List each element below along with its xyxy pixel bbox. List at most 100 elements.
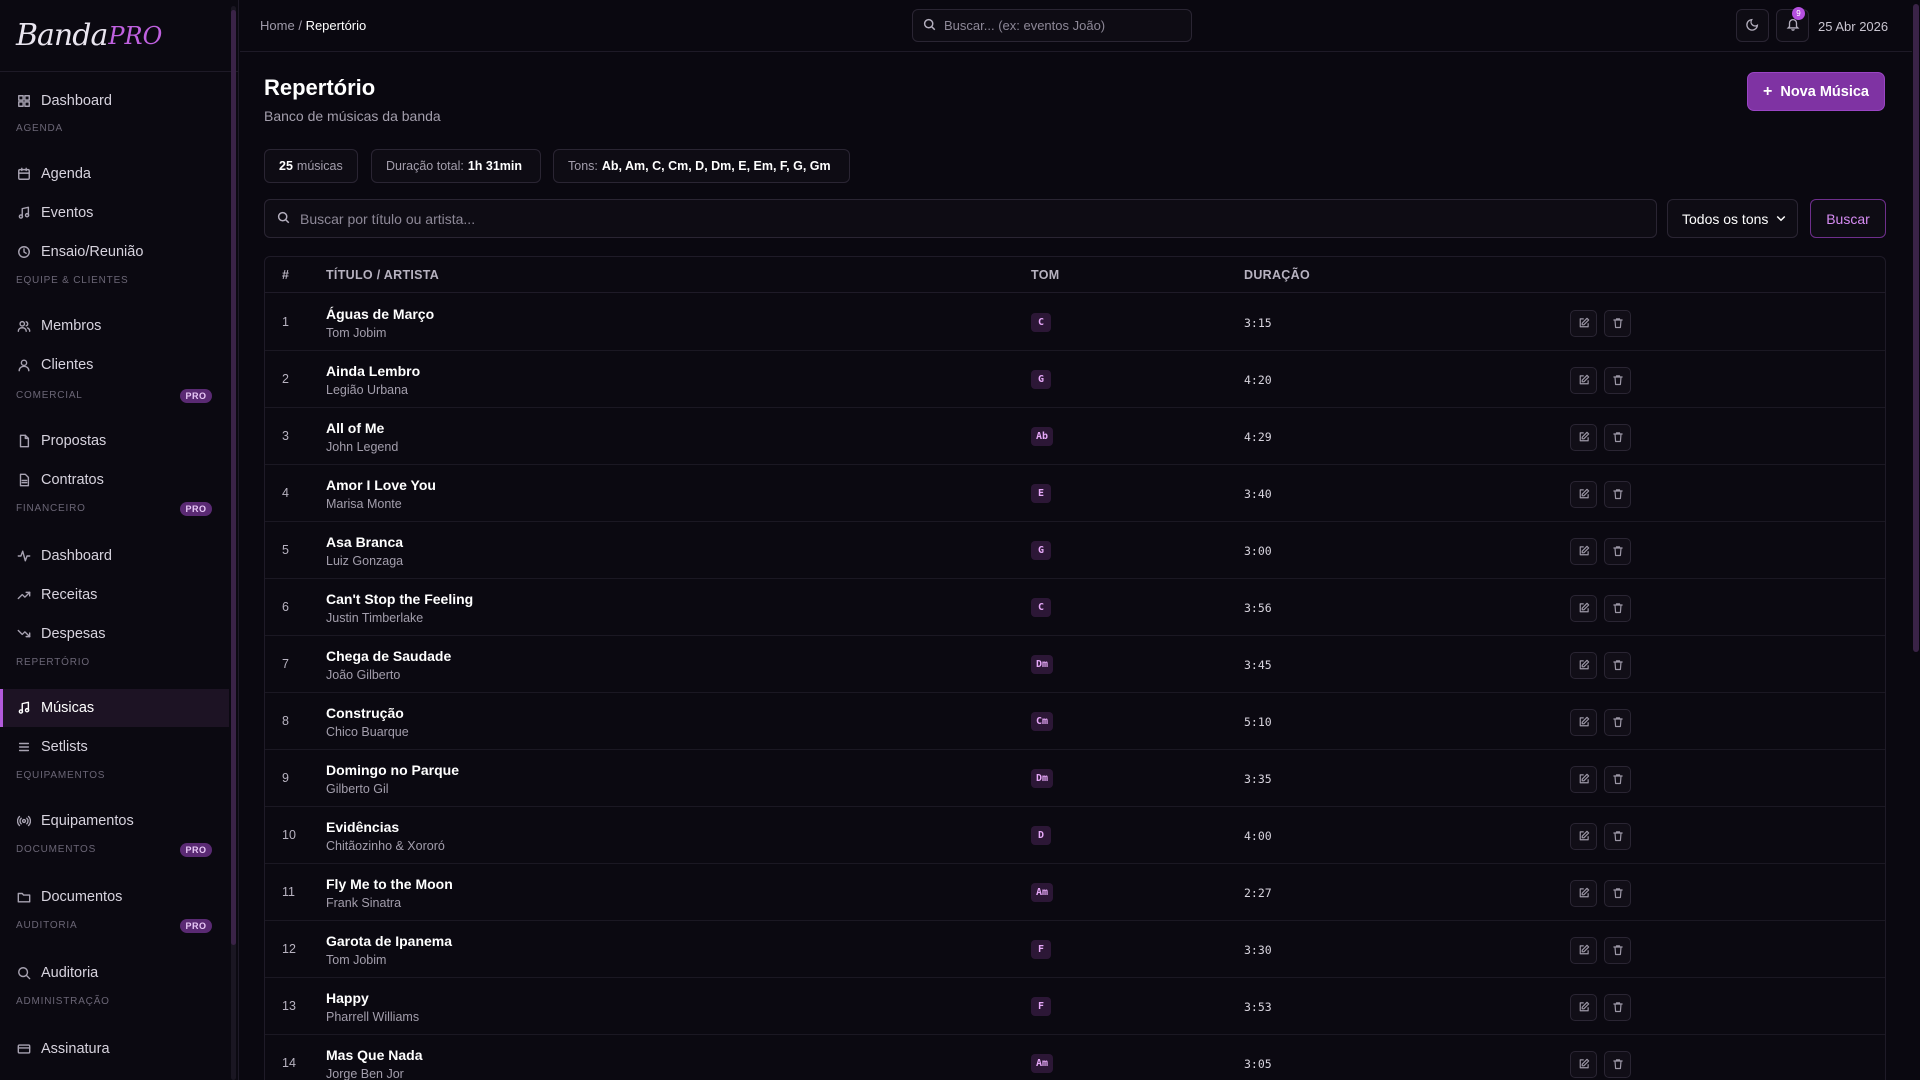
sidebar-item-assinatura[interactable]: Assinatura	[0, 1030, 229, 1068]
sidebar-item-ensaio-reuniao[interactable]: Ensaio/Reunião	[0, 233, 229, 271]
table-row[interactable]: 7 Chega de Saudade João Gilberto Dm 3:45	[265, 636, 1885, 693]
notifications-button[interactable]: 9	[1776, 7, 1809, 42]
table-row[interactable]: 3 All of Me John Legend Ab 4:29	[265, 408, 1885, 465]
sidebar-item-membros[interactable]: Membros	[0, 307, 229, 345]
column-header-key[interactable]: TOM	[1031, 268, 1059, 282]
sidebar-item-setlists[interactable]: Setlists	[0, 728, 229, 766]
stat-song-count: 25 músicas	[264, 149, 358, 183]
sidebar-item-configuracoes[interactable]: Configurações	[0, 1069, 229, 1080]
delete-button[interactable]	[1604, 937, 1631, 964]
edit-button[interactable]	[1570, 652, 1597, 679]
theme-toggle-button[interactable]	[1736, 9, 1769, 42]
sidebar-item-clientes[interactable]: Clientes	[0, 346, 229, 384]
edit-button[interactable]	[1570, 766, 1597, 793]
delete-button[interactable]	[1604, 310, 1631, 337]
delete-button[interactable]	[1604, 709, 1631, 736]
sidebar-scrollbar-thumb[interactable]	[231, 10, 236, 945]
sidebar-item-auditoria[interactable]: Auditoria	[0, 954, 229, 992]
sidebar-item-agenda[interactable]: Agenda	[0, 155, 229, 193]
trash-icon	[1612, 941, 1624, 960]
edit-button[interactable]	[1570, 538, 1597, 565]
edit-button[interactable]	[1570, 823, 1597, 850]
key-badge: Dm	[1031, 769, 1054, 788]
stat-total-duration: Duração total: 1h 31min	[371, 149, 542, 183]
song-artist: Gilberto Gil	[326, 782, 389, 796]
sidebar-item-contratos[interactable]: Contratos	[0, 461, 229, 499]
sidebar-scrollbar[interactable]	[231, 6, 236, 1080]
delete-button[interactable]	[1604, 766, 1631, 793]
sidebar-item-documentos[interactable]: Documentos	[0, 878, 229, 916]
key-badge: F	[1031, 997, 1051, 1016]
column-header-title[interactable]: TÍTULO / ARTISTA	[326, 268, 439, 282]
edit-button[interactable]	[1570, 367, 1597, 394]
breadcrumb-separator: /	[298, 18, 302, 33]
sidebar-item-label: Setlists	[41, 739, 88, 755]
sidebar-section-label: FINANCEIRO	[16, 503, 86, 514]
delete-button[interactable]	[1604, 367, 1631, 394]
edit-button[interactable]	[1570, 595, 1597, 622]
delete-button[interactable]	[1604, 823, 1631, 850]
song-search-input[interactable]	[300, 210, 1600, 227]
column-header-duration[interactable]: DURAÇÃO	[1244, 268, 1310, 282]
new-song-button[interactable]: + Nova Música	[1747, 72, 1885, 111]
table-row[interactable]: 4 Amor I Love You Marisa Monte E 3:40	[265, 465, 1885, 522]
key-badge: Dm	[1031, 655, 1054, 674]
delete-button[interactable]	[1604, 538, 1631, 565]
song-title: Evidências	[326, 819, 400, 835]
sidebar-item-propostas[interactable]: Propostas	[0, 422, 229, 460]
table-row[interactable]: 9 Domingo no Parque Gilberto Gil Dm 3:35	[265, 750, 1885, 807]
delete-button[interactable]	[1604, 481, 1631, 508]
table-row[interactable]: 8 Construção Chico Buarque Cm 5:10	[265, 693, 1885, 750]
table-row[interactable]: 5 Asa Branca Luiz Gonzaga G 3:00	[265, 522, 1885, 579]
table-row[interactable]: 10 Evidências Chitãozinho & Xororó D 4:0…	[265, 807, 1885, 864]
edit-button[interactable]	[1570, 709, 1597, 736]
table-row[interactable]: 1 Águas de Março Tom Jobim C 3:15	[265, 294, 1885, 351]
sidebar-item-despesas[interactable]: Despesas	[0, 615, 229, 653]
edit-button[interactable]	[1570, 424, 1597, 451]
edit-button[interactable]	[1570, 310, 1597, 337]
row-number: 10	[282, 828, 296, 842]
sidebar-item-label: Dashboard	[41, 93, 112, 109]
page-scrollbar[interactable]	[1912, 0, 1920, 1080]
sidebar-item-equipamentos[interactable]: Equipamentos	[0, 802, 229, 840]
table-row[interactable]: 12 Garota de Ipanema Tom Jobim F 3:30	[265, 921, 1885, 978]
table-row[interactable]: 2 Ainda Lembro Legião Urbana G 4:20	[265, 351, 1885, 408]
sidebar-item-musicas[interactable]: Músicas	[0, 689, 229, 727]
edit-button[interactable]	[1570, 994, 1597, 1021]
sidebar-item-eventos[interactable]: Eventos	[0, 194, 229, 232]
delete-button[interactable]	[1604, 595, 1631, 622]
delete-button[interactable]	[1604, 424, 1631, 451]
sidebar-item-dashboard[interactable]: Dashboard	[0, 537, 229, 575]
users-icon	[16, 319, 31, 334]
app-logo[interactable]: Banda PRO	[0, 0, 238, 72]
song-search[interactable]	[264, 199, 1657, 238]
edit-button[interactable]	[1570, 937, 1597, 964]
notification-count-badge: 9	[1792, 7, 1805, 20]
sidebar-item-receitas[interactable]: Receitas	[0, 576, 229, 614]
edit-button[interactable]	[1570, 880, 1597, 907]
table-row[interactable]: 6 Can't Stop the Feeling Justin Timberla…	[265, 579, 1885, 636]
breadcrumb-home[interactable]: Home	[260, 18, 295, 33]
tone-filter-select[interactable]: Todos os tons	[1667, 199, 1798, 238]
global-search-input[interactable]	[944, 18, 1184, 33]
table-row[interactable]: 13 Happy Pharrell Williams F 3:53	[265, 978, 1885, 1035]
page-scrollbar-thumb[interactable]	[1913, 4, 1919, 652]
sidebar-item-dashboard[interactable]: Dashboard	[0, 82, 229, 120]
delete-button[interactable]	[1604, 1051, 1631, 1078]
global-search[interactable]	[912, 9, 1192, 42]
row-number: 13	[282, 999, 296, 1013]
sidebar-section-label: AGENDA	[16, 123, 64, 134]
table-row[interactable]: 14 Mas Que Nada Jorge Ben Jor Am 3:05	[265, 1035, 1885, 1080]
delete-button[interactable]	[1604, 880, 1631, 907]
search-button[interactable]: Buscar	[1810, 199, 1886, 238]
edit-button[interactable]	[1570, 1051, 1597, 1078]
song-artist: Pharrell Williams	[326, 1010, 420, 1024]
key-badge: Am	[1031, 883, 1054, 902]
delete-button[interactable]	[1604, 652, 1631, 679]
stat-tones: Tons: Ab, Am, C, Cm, D, Dm, E, Em, F, G,…	[553, 149, 850, 183]
table-row[interactable]: 11 Fly Me to the Moon Frank Sinatra Am 2…	[265, 864, 1885, 921]
song-artist: Chitãozinho & Xororó	[326, 839, 445, 853]
row-number: 7	[282, 657, 289, 671]
delete-button[interactable]	[1604, 994, 1631, 1021]
edit-button[interactable]	[1570, 481, 1597, 508]
